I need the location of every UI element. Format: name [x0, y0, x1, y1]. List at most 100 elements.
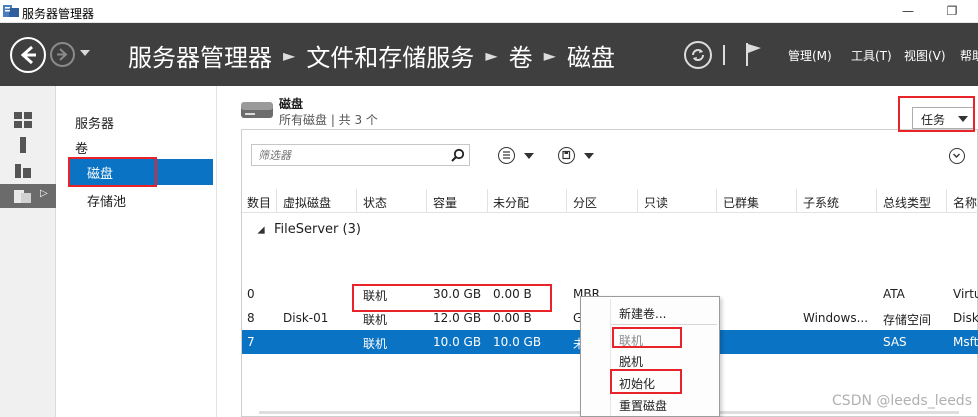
- menu-item-new-volume[interactable]: 新建卷...: [619, 305, 666, 322]
- menu-help[interactable]: 帮助(H): [960, 47, 978, 64]
- menu-item-reset-disk[interactable]: 重置磁盘: [619, 397, 667, 414]
- cell-capacity: 10.0 GB: [433, 335, 482, 349]
- history-dropdown-icon[interactable]: [80, 50, 90, 56]
- menu-gutter: [610, 299, 611, 416]
- column-header-readonly[interactable]: 只读: [644, 194, 668, 211]
- column-divider[interactable]: [946, 189, 947, 213]
- cell-name: Disk: [953, 311, 978, 325]
- column-divider[interactable]: [487, 189, 488, 213]
- cell-bus-type: SAS: [883, 335, 907, 349]
- subnav-item-storage-pools[interactable]: 存储池: [87, 191, 126, 210]
- refresh-icon: [692, 49, 704, 61]
- group-label: FileServer (3): [274, 222, 361, 237]
- menu-tools[interactable]: 工具(T): [851, 47, 892, 64]
- app-header: 服务器管理器 ► 文件和存储服务 ► 卷 ► 磁盘 管理(M) 工具(T) 视图…: [0, 23, 978, 86]
- save-query-button[interactable]: [558, 147, 596, 165]
- cell-subsystem: Windows...: [803, 311, 869, 325]
- back-button[interactable]: [10, 37, 46, 73]
- servers-icon: [15, 164, 31, 178]
- dashboard-icon: [14, 112, 32, 128]
- filter-box: [251, 144, 470, 166]
- column-header-clustered[interactable]: 已群集: [723, 194, 759, 211]
- tasks-dropdown[interactable]: 任务: [912, 107, 974, 129]
- cell-capacity: 30.0 GB: [433, 287, 482, 301]
- context-menu: 新建卷... 联机 脱机 初始化 重置磁盘: [580, 296, 720, 417]
- restore-button[interactable]: ❐: [934, 2, 970, 20]
- chevron-down-icon: [584, 153, 594, 159]
- cell-unallocated: 0.00 B: [493, 311, 532, 325]
- list-options-button[interactable]: [498, 147, 536, 165]
- column-header-subsystem[interactable]: 子系统: [803, 194, 839, 211]
- breadcrumb-item[interactable]: 文件和存储服务: [306, 38, 474, 73]
- subnav-item-volumes[interactable]: 卷: [75, 138, 88, 157]
- breadcrumb-item[interactable]: 卷: [509, 38, 533, 73]
- column-divider[interactable]: [356, 189, 357, 213]
- search-icon[interactable]: [451, 148, 465, 162]
- column-header-name[interactable]: 名称: [953, 194, 977, 211]
- list-icon: [498, 147, 515, 164]
- subnav-item-label: 磁盘: [87, 167, 114, 182]
- cell-status: 联机: [363, 313, 388, 327]
- chevron-down-icon: [524, 153, 534, 159]
- window-titlebar: 服务器管理器 — ❐: [0, 0, 978, 23]
- menu-item-online[interactable]: 联机: [619, 332, 643, 349]
- collapse-group-icon[interactable]: [257, 226, 265, 234]
- column-divider[interactable]: [716, 189, 717, 213]
- subnav-item-servers[interactable]: 服务器: [75, 113, 114, 132]
- column-divider[interactable]: [637, 189, 638, 213]
- column-divider[interactable]: [566, 189, 567, 213]
- file-storage-icon: [14, 190, 31, 203]
- server-manager-app-icon: [3, 5, 19, 17]
- breadcrumb: 服务器管理器 ► 文件和存储服务 ► 卷 ► 磁盘: [128, 38, 615, 73]
- column-header-number[interactable]: 数目: [247, 194, 271, 211]
- menu-view[interactable]: 视图(V): [904, 47, 946, 64]
- column-divider[interactable]: [876, 189, 877, 213]
- collapse-pane-icon[interactable]: [949, 148, 965, 164]
- menu-item-offline[interactable]: 脱机: [619, 353, 643, 370]
- filter-input[interactable]: [252, 145, 442, 165]
- menu-item-initialize[interactable]: 初始化: [619, 375, 655, 392]
- notifications-flag-icon[interactable]: [744, 41, 764, 67]
- breadcrumb-item[interactable]: 磁盘: [567, 38, 615, 73]
- column-header-status[interactable]: 状态: [363, 194, 387, 211]
- cell-number: 7: [247, 335, 255, 349]
- rail-all-servers[interactable]: [0, 158, 56, 182]
- column-divider[interactable]: [276, 189, 277, 213]
- breadcrumb-separator-icon: ►: [485, 45, 498, 65]
- breadcrumb-separator-icon: ►: [543, 45, 556, 65]
- cell-virtual-disk: Disk-01: [283, 311, 329, 325]
- forward-button[interactable]: [50, 42, 75, 67]
- forward-arrow-icon: [57, 48, 68, 61]
- column-header-capacity[interactable]: 容量: [433, 194, 457, 211]
- refresh-button[interactable]: [684, 41, 712, 69]
- minimize-icon: —: [902, 4, 914, 18]
- header-divider: [723, 45, 725, 65]
- cell-status: 联机: [363, 289, 388, 303]
- rail-local-server[interactable]: [0, 133, 56, 157]
- minimize-button[interactable]: —: [890, 2, 926, 20]
- restore-icon: ❐: [946, 4, 958, 18]
- column-header-partition[interactable]: 分区: [573, 194, 597, 211]
- column-divider[interactable]: [426, 189, 427, 213]
- chevron-down-icon: [958, 116, 968, 122]
- menu-separator: [611, 324, 717, 325]
- disk-icon: [241, 102, 273, 118]
- cell-capacity: 12.0 GB: [433, 311, 482, 325]
- section-title: 磁盘: [279, 97, 304, 111]
- breadcrumb-item[interactable]: 服务器管理器: [128, 38, 272, 73]
- column-header-virtual-disk[interactable]: 虚拟磁盘: [283, 194, 331, 211]
- back-arrow-icon: [20, 45, 36, 65]
- column-header-unallocated[interactable]: 未分配: [493, 194, 529, 211]
- column-divider[interactable]: [796, 189, 797, 213]
- column-header-bus-type[interactable]: 总线类型: [883, 194, 931, 211]
- tasks-label: 任务: [921, 113, 946, 127]
- watermark: CSDN @leeds_leeds: [832, 393, 972, 409]
- expand-chevron-icon: ▷: [40, 188, 48, 199]
- section-subtitle: 所有磁盘 | 共 3 个: [279, 113, 378, 127]
- rail-dashboard[interactable]: [0, 108, 56, 132]
- left-icon-rail: ▷: [0, 86, 56, 417]
- menu-manage[interactable]: 管理(M): [788, 47, 832, 64]
- server-icon: [20, 137, 26, 153]
- subnav-item-disks[interactable]: 磁盘: [69, 159, 213, 185]
- rail-file-storage[interactable]: ▷: [0, 184, 56, 208]
